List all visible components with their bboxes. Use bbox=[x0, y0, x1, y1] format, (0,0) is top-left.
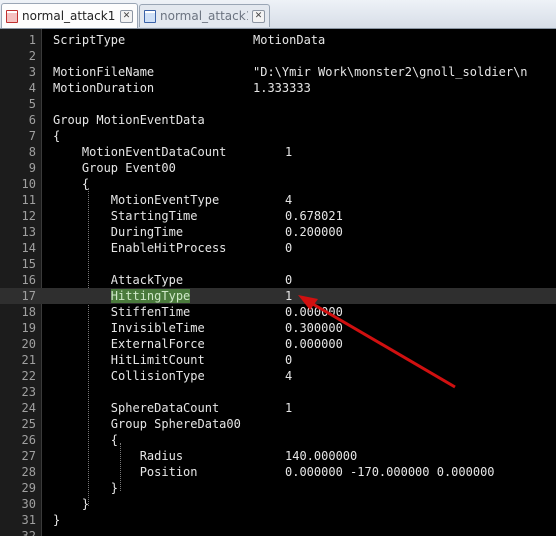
close-icon[interactable]: ✕ bbox=[120, 9, 133, 23]
red-arrow-annotation bbox=[298, 295, 456, 389]
file-icon bbox=[6, 9, 18, 23]
tab-normal-attack1-active[interactable]: normal_attack1.msa ✕ bbox=[1, 3, 138, 28]
tab-label: normal_attack1.msa bbox=[160, 9, 248, 23]
code-editor[interactable]: 1 ScriptType MotionData 2 3 MotionFileName "D:… bbox=[0, 29, 556, 536]
tab-bar: normal_attack1.msa ✕ normal_attack1.msa … bbox=[0, 0, 556, 29]
tab-label: normal_attack1.msa bbox=[22, 9, 116, 23]
close-icon[interactable]: ✕ bbox=[252, 9, 265, 23]
tab-normal-attack1-inactive[interactable]: normal_attack1.msa ✕ bbox=[139, 4, 270, 27]
file-icon bbox=[144, 9, 156, 23]
